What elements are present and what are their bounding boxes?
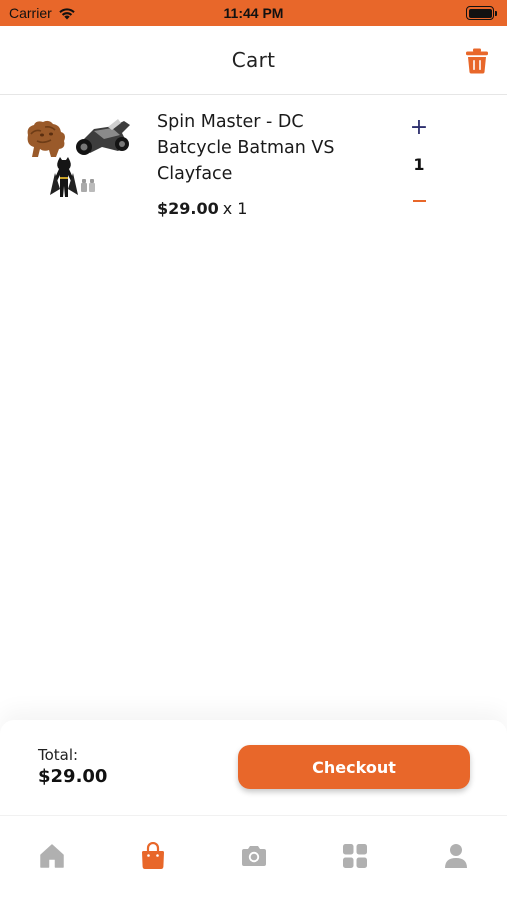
product-image[interactable] [22, 117, 134, 205]
status-time: 11:44 PM [223, 5, 284, 21]
carrier-label: Carrier [9, 5, 52, 21]
minus-icon [412, 200, 426, 202]
product-price-row: $29.00 x 1 [157, 199, 247, 218]
clear-cart-button[interactable] [465, 48, 489, 74]
increase-quantity-button[interactable]: + [406, 117, 432, 140]
status-left: Carrier [9, 5, 76, 21]
battery-icon [466, 6, 497, 20]
quantity-value: 1 [413, 155, 425, 174]
user-icon [445, 844, 467, 868]
tab-profile[interactable] [441, 841, 471, 871]
shopping-bag-icon [142, 842, 164, 869]
tab-camera[interactable] [239, 841, 269, 871]
wifi-icon [59, 7, 75, 19]
checkout-button[interactable]: Checkout [238, 745, 470, 789]
product-name: Spin Master - DC Batcycle Batman VS Clay… [157, 112, 335, 184]
trash-icon [466, 48, 488, 74]
tab-cart[interactable] [138, 841, 168, 871]
checkout-panel: Total: $29.00 Checkout [0, 720, 507, 815]
product-quantity-multiplier: x 1 [222, 199, 248, 218]
product-price: $29.00 [157, 199, 219, 218]
total-label: Total: [38, 746, 79, 764]
decrease-quantity-button[interactable] [406, 190, 432, 212]
tab-categories[interactable] [340, 841, 370, 871]
grid-icon [343, 844, 367, 868]
tab-home[interactable] [37, 841, 67, 871]
cart-screen: Carrier 11:44 PM Cart Spin Master - DC B… [0, 0, 507, 900]
tab-bar [0, 815, 507, 900]
home-icon [40, 844, 64, 868]
status-bar: Carrier 11:44 PM [0, 0, 507, 26]
camera-icon [242, 846, 266, 866]
total-value: $29.00 [38, 766, 108, 787]
header: Cart [0, 26, 507, 95]
page-title: Cart [231, 48, 276, 72]
